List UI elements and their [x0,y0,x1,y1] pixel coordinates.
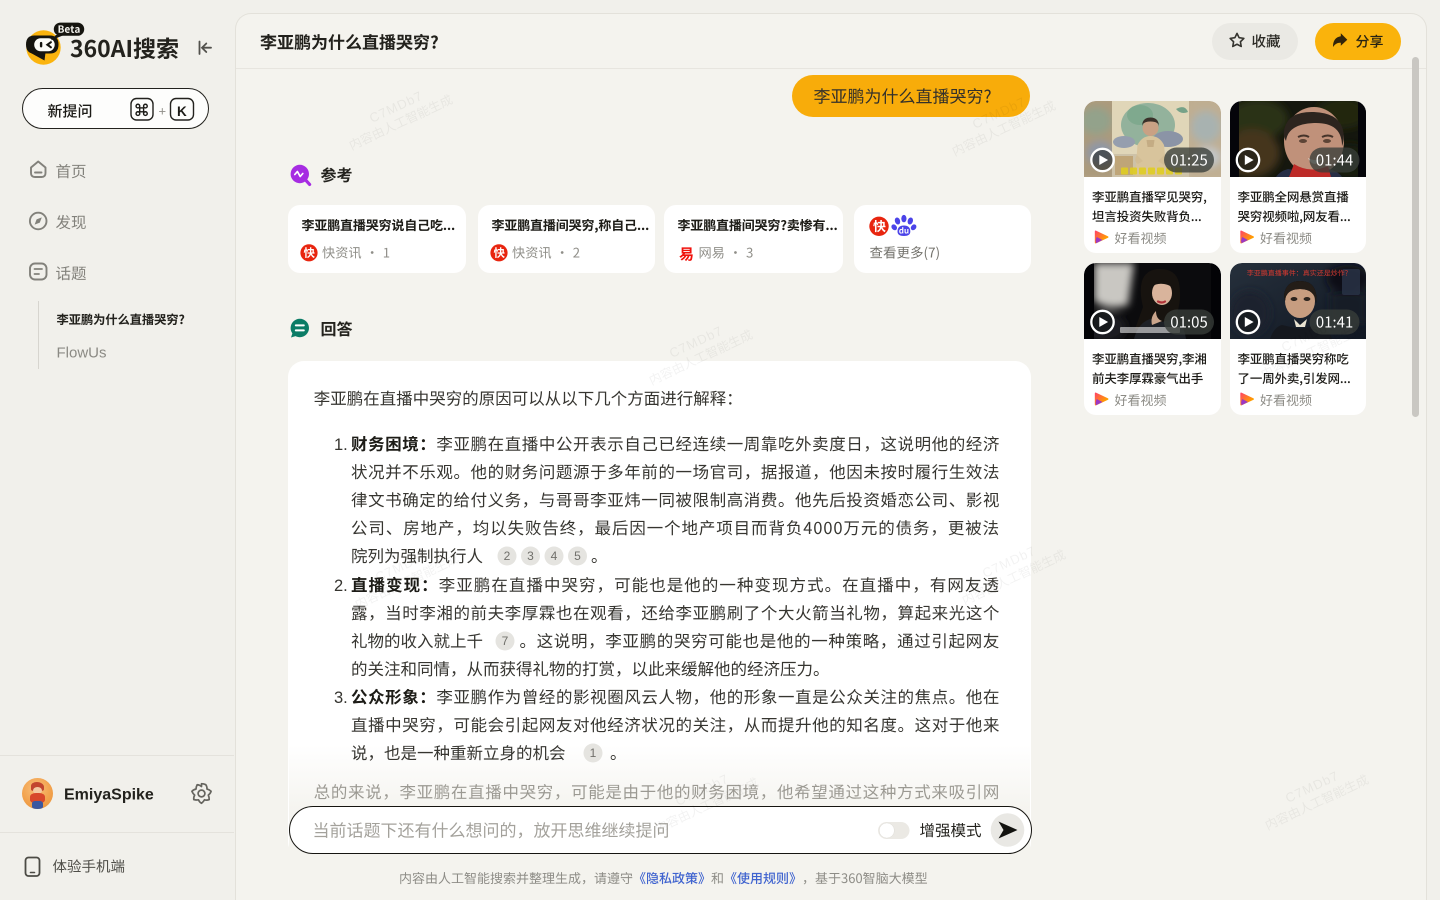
svg-text:+: + [159,104,167,119]
svg-text:2.: 2. [334,577,348,595]
svg-text:1.: 1. [334,436,348,454]
svg-text:1: 1 [590,746,597,760]
svg-text:FlowUs: FlowUs [57,345,107,362]
svg-text:EmiyaSpike: EmiyaSpike [64,787,154,804]
svg-text:K: K [177,104,187,119]
svg-text:4: 4 [551,549,558,563]
svg-text:3: 3 [527,549,534,563]
svg-text:3.: 3. [334,689,348,707]
svg-text:2: 2 [504,549,511,563]
svg-text:5: 5 [574,549,581,563]
svg-text:7: 7 [502,634,509,648]
